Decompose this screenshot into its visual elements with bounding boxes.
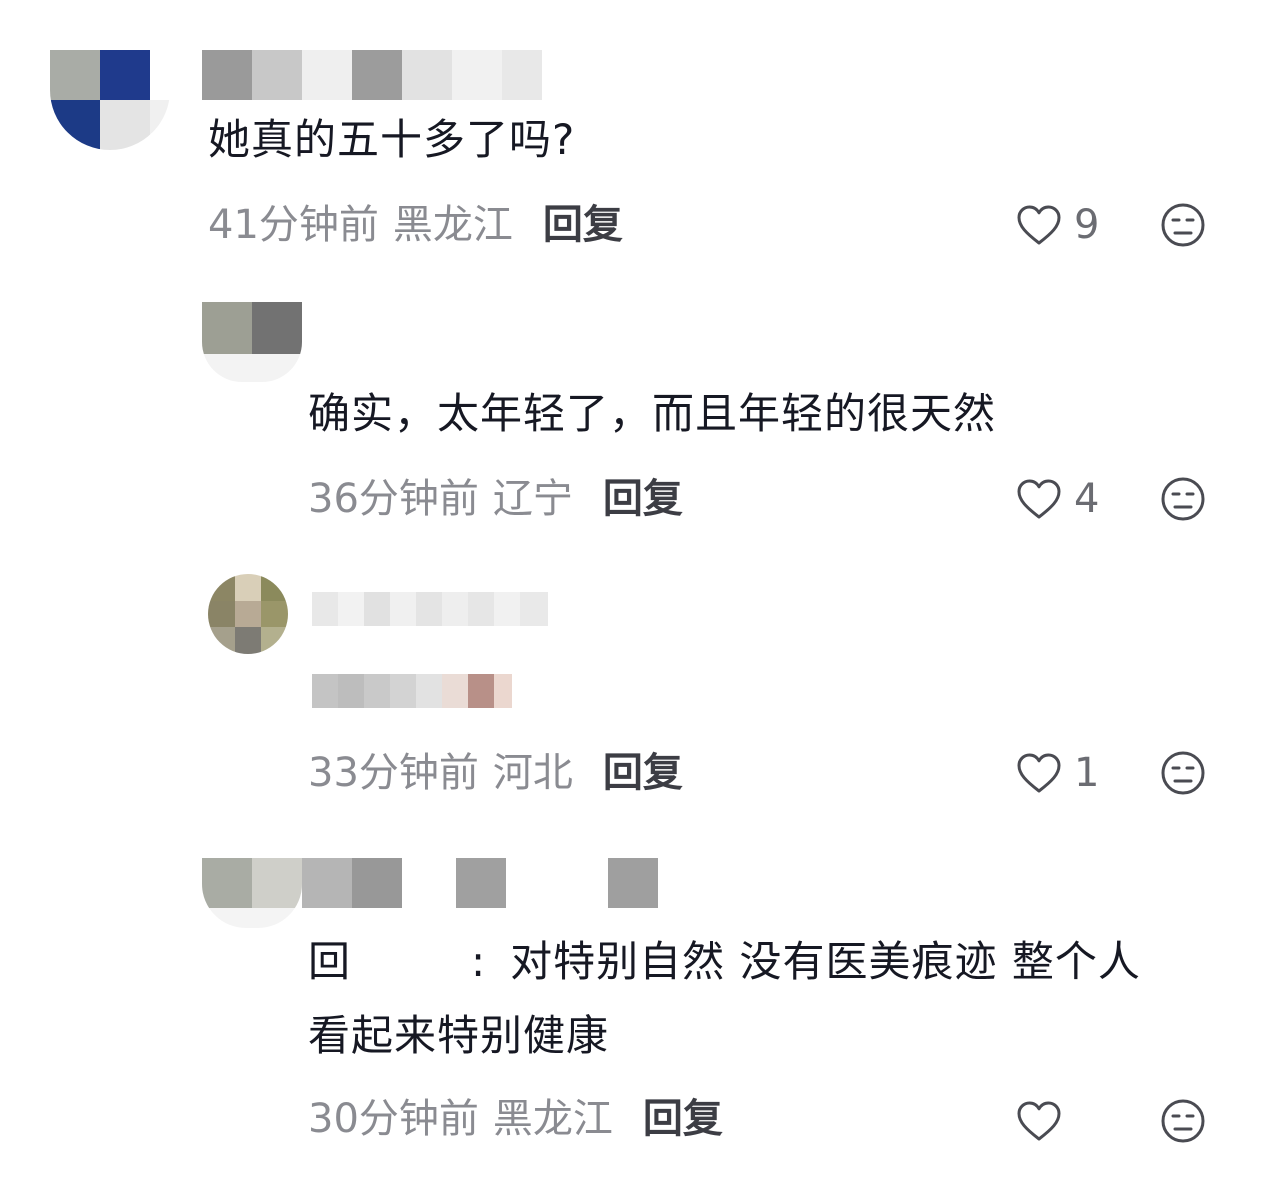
dislike-button[interactable] [1160, 202, 1206, 248]
comment-time: 36分钟前 [308, 476, 479, 522]
heart-outline-icon [1016, 1100, 1062, 1142]
reply-prefix: 回 [308, 937, 352, 986]
comment-meta: 41分钟前 黑龙江 回复 [208, 200, 623, 250]
comment-region: 河北 [492, 750, 573, 796]
comment-2: 确实，太年轻了，而且年轻的很天然 36分钟前 辽宁 回复 4 [0, 280, 1280, 550]
like-button[interactable]: 1 [1016, 748, 1099, 798]
comment-time: 41分钟前 [208, 202, 379, 248]
comment-region: 黑龙江 [392, 202, 513, 248]
meh-face-icon [1160, 750, 1206, 796]
meh-face-icon [1160, 202, 1206, 248]
heart-outline-icon [1016, 752, 1062, 794]
reply-colon: : [471, 937, 487, 986]
comment-text-obscured [312, 674, 512, 708]
avatar[interactable] [208, 574, 288, 654]
avatar[interactable] [50, 50, 170, 150]
like-button[interactable]: 9 [1016, 200, 1099, 250]
comment-meta: 36分钟前 辽宁 回复 [308, 474, 683, 524]
comment-region: 黑龙江 [492, 1096, 613, 1142]
heart-outline-icon [1016, 478, 1062, 520]
comment-4: 回: 对特别自然 没有医美痕迹 整个人 看起来特别健康 30分钟前 黑龙江 回复 [0, 840, 1280, 1177]
comment-meta: 30分钟前 黑龙江 回复 [308, 1094, 723, 1144]
like-count: 4 [1074, 476, 1100, 522]
comment-text: 她真的五十多了吗? [208, 115, 576, 164]
comment-text: 确实，太年轻了，而且年轻的很天然 [308, 389, 997, 438]
like-button[interactable] [1016, 1096, 1062, 1146]
like-count: 1 [1074, 750, 1100, 796]
reply-button[interactable]: 回复 [543, 202, 623, 248]
comment-text-line-2: 看起来特别健康 [308, 1011, 610, 1060]
username-obscured[interactable] [302, 858, 658, 908]
like-button[interactable]: 4 [1016, 474, 1099, 524]
dislike-button[interactable] [1160, 476, 1206, 522]
reply-button[interactable]: 回复 [603, 750, 683, 796]
dislike-button[interactable] [1160, 1098, 1206, 1144]
meh-face-icon [1160, 1098, 1206, 1144]
reply-button[interactable]: 回复 [643, 1096, 723, 1142]
avatar[interactable] [202, 858, 302, 928]
reply-body: 对特别自然 没有医美痕迹 整个人 [510, 937, 1141, 986]
comment-time: 30分钟前 [308, 1096, 479, 1142]
comment-time: 33分钟前 [308, 750, 479, 796]
meh-face-icon [1160, 476, 1206, 522]
comment-text-line-1: 回: 对特别自然 没有医美痕迹 整个人 [308, 926, 1141, 998]
comment-1: 她真的五十多了吗? 41分钟前 黑龙江 回复 9 [0, 0, 1280, 270]
comment-meta: 33分钟前 河北 回复 [308, 748, 683, 798]
username-obscured[interactable] [312, 592, 548, 626]
username-obscured[interactable] [202, 50, 542, 100]
like-count: 9 [1074, 202, 1100, 248]
comment-3: 33分钟前 河北 回复 1 [0, 560, 1280, 830]
reply-button[interactable]: 回复 [603, 476, 683, 522]
avatar[interactable] [202, 302, 302, 382]
heart-outline-icon [1016, 204, 1062, 246]
comment-region: 辽宁 [492, 476, 573, 522]
dislike-button[interactable] [1160, 750, 1206, 796]
